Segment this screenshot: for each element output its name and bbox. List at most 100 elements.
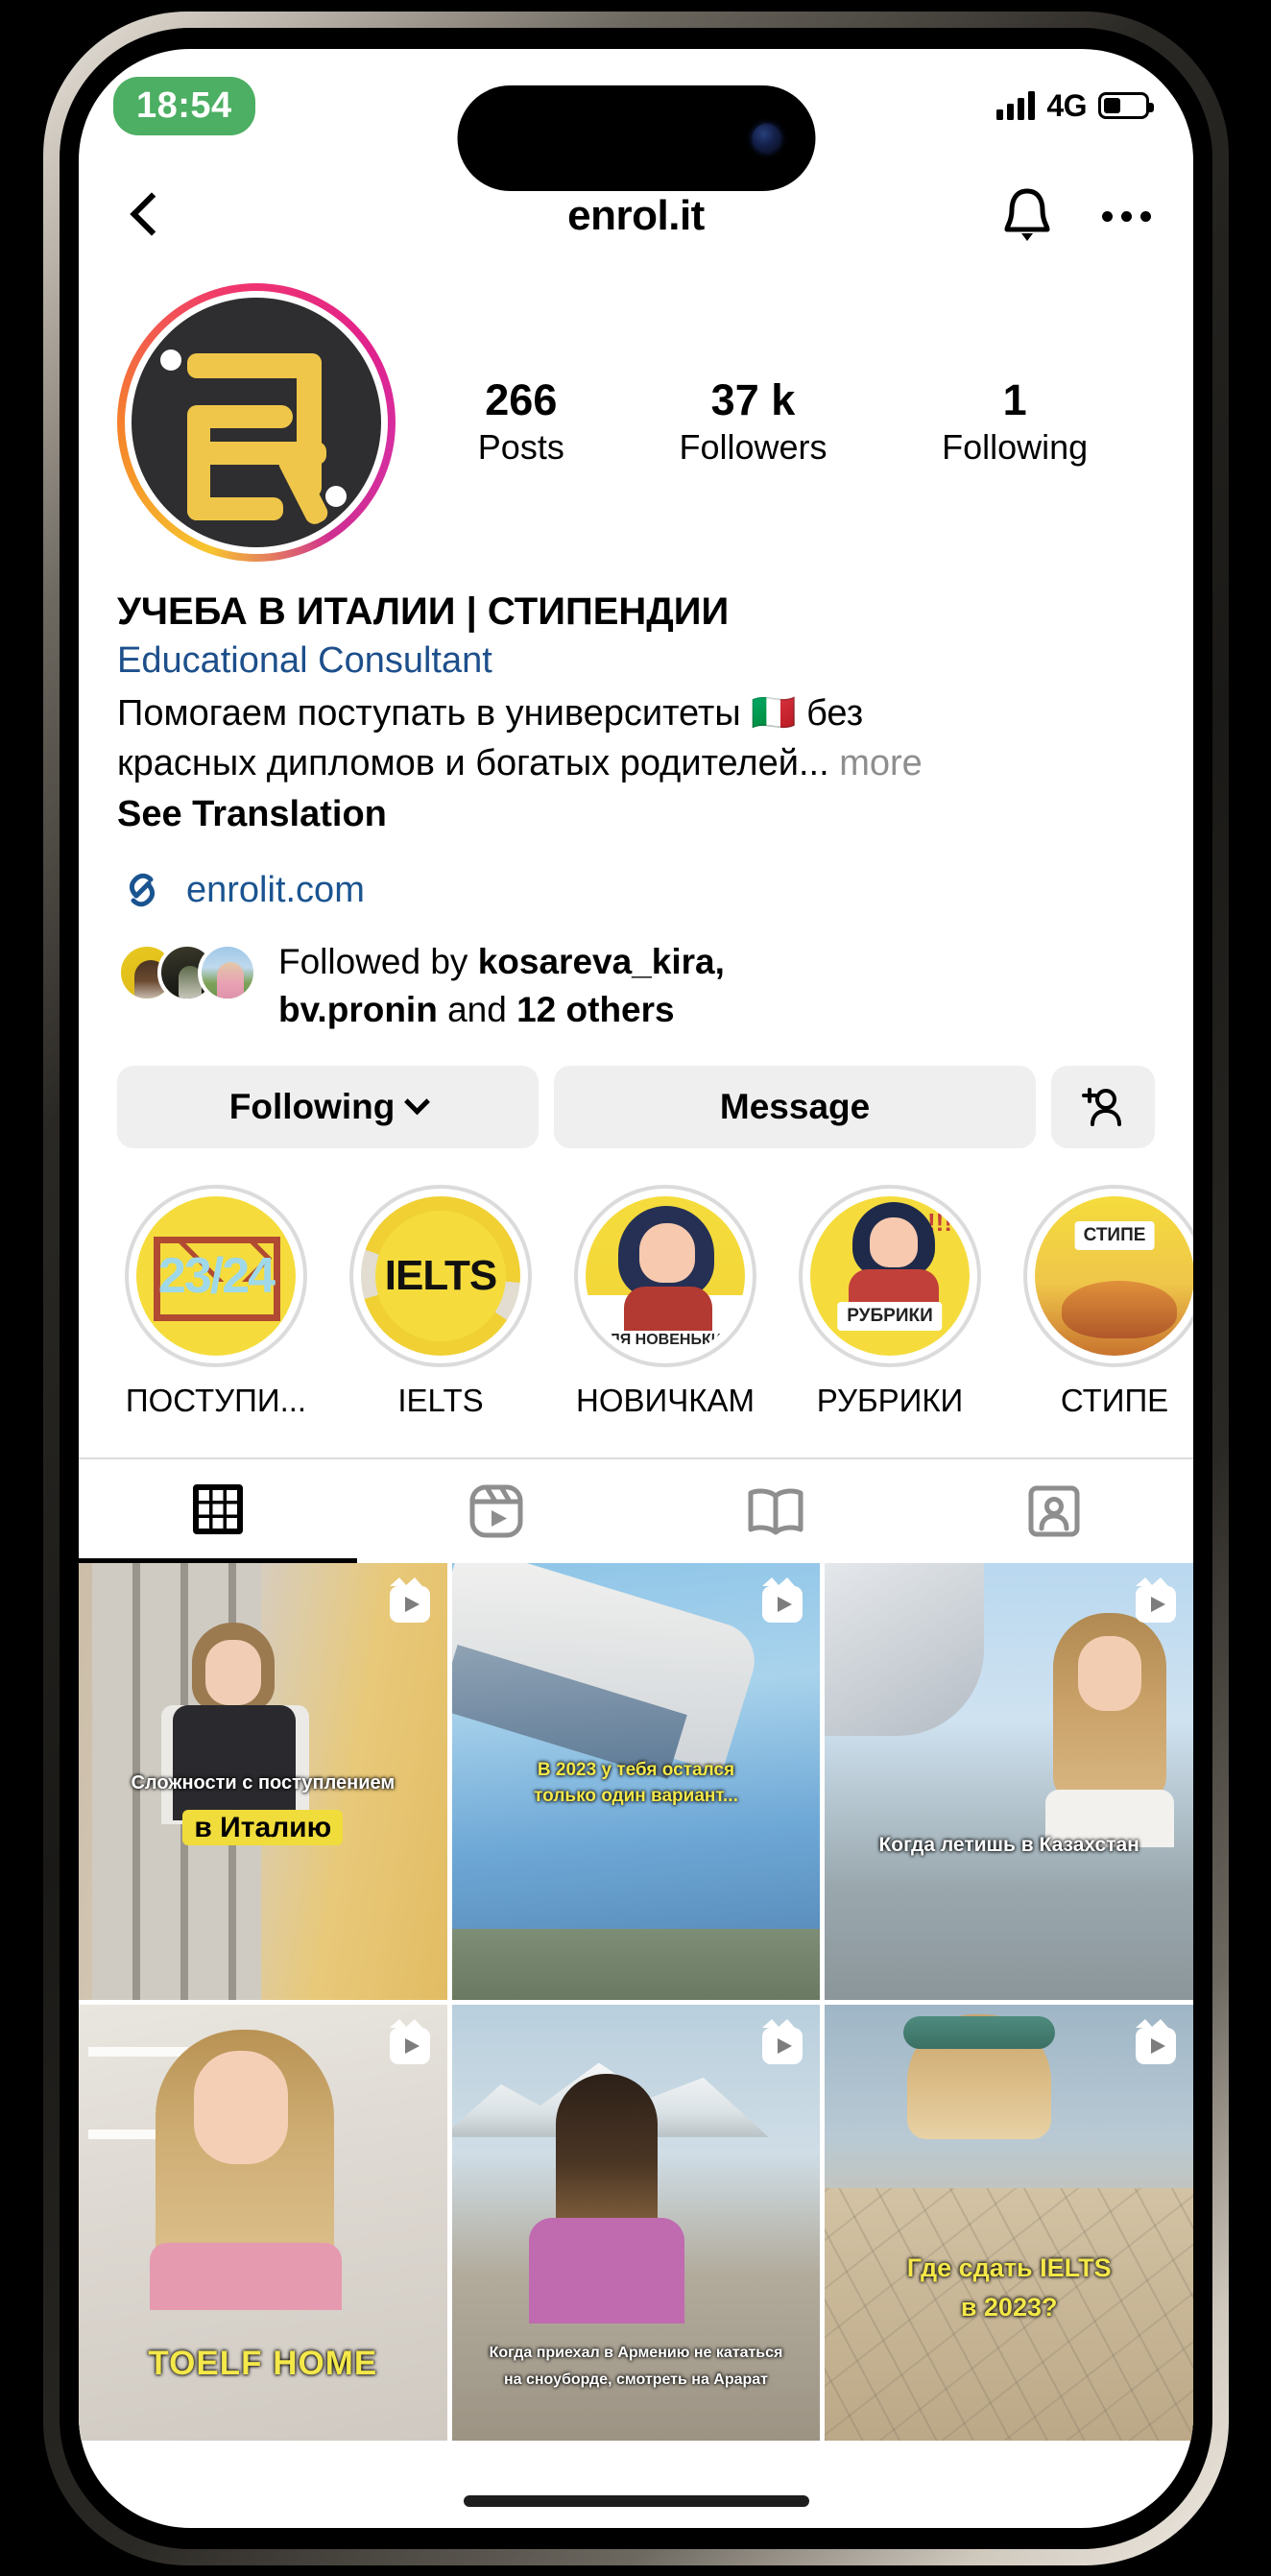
profile-bio: УЧЕБА В ИТАЛИИ | СТИПЕНДИИ Educational C… <box>79 562 1193 840</box>
see-translation-link[interactable]: See Translation <box>117 789 1155 840</box>
back-chevron-icon[interactable] <box>121 191 171 241</box>
avatar-story-ring[interactable] <box>117 283 396 562</box>
bio-more-link[interactable]: more <box>829 743 923 783</box>
reel-badge-icon <box>389 1577 430 1624</box>
highlight-cover: IELTS <box>361 1196 520 1357</box>
tab-guides[interactable] <box>636 1459 915 1563</box>
highlight-ielts[interactable]: IELTS IELTS <box>349 1185 532 1419</box>
reel-badge-icon <box>389 2018 430 2064</box>
signal-bars-icon <box>996 91 1036 120</box>
post-thumbnail[interactable]: Где сдать IELTS в 2023? <box>825 2004 1193 2442</box>
illustration-face <box>639 1223 695 1284</box>
add-person-button[interactable] <box>1051 1066 1155 1149</box>
illustration-shape <box>1062 1281 1177 1339</box>
guides-icon <box>748 1488 803 1535</box>
highlight-cover-text: РУБРИКИ <box>837 1302 943 1332</box>
highlight-label: СТИПЕ <box>1060 1383 1169 1419</box>
message-button-label: Message <box>719 1087 871 1127</box>
post-grid: Сложности с поступлением в Италию В 2023… <box>79 1563 1193 2442</box>
followed-by-prefix: Followed by <box>278 942 478 982</box>
profile-link-text[interactable]: enrolit.com <box>186 870 365 911</box>
grid-icon <box>193 1483 244 1534</box>
post-caption-line-1: Когда приехал в Армению не кататься <box>489 2345 783 2362</box>
highlight-ring: ДЛЯ НОВЕНЬКИХ <box>574 1185 756 1368</box>
highlight-cover-text: ДЛЯ НОВЕНЬКИХ <box>598 1331 732 1348</box>
illustration-face <box>870 1217 918 1268</box>
tab-reels[interactable] <box>357 1459 636 1563</box>
highlight-stipendii[interactable]: СТИПЕ СТИПЕ <box>1023 1185 1193 1419</box>
post-thumbnail[interactable]: В 2023 у тебя остался только один вариан… <box>451 1563 821 2000</box>
highlight-cover-text: IELTS <box>384 1252 497 1300</box>
highlight-label: ПОСТУПИ... <box>125 1383 307 1419</box>
profile-header: 266 Posts 37 k Followers 1 Following <box>79 270 1193 562</box>
post-thumbnail[interactable]: Сложности с поступлением в Италию <box>79 1563 447 2000</box>
followed-by-row[interactable]: Followed by kosareva_kira, bv.pronin and… <box>79 915 1193 1033</box>
profile-display-name: УЧЕБА В ИТАЛИИ | СТИПЕНДИИ <box>117 590 730 633</box>
phone-screen: 18:54 4G enrol.it 266 Posts 37 k Followe… <box>79 49 1193 2528</box>
tab-grid[interactable] <box>79 1459 358 1564</box>
highlight-ring: 23/24 <box>125 1185 307 1368</box>
tab-tagged[interactable] <box>915 1459 1193 1563</box>
phone-frame: 18:54 4G enrol.it 266 Posts 37 k Followe… <box>43 12 1229 2565</box>
post-thumbnail[interactable]: Когда летишь в Казахстан <box>825 1563 1193 2000</box>
avatar <box>132 298 381 547</box>
followed-by-others[interactable]: 12 others <box>516 990 675 1029</box>
highlight-cover: ДЛЯ НОВЕНЬКИХ <box>586 1196 745 1357</box>
stat-followers[interactable]: 37 k Followers <box>679 375 827 468</box>
post-thumbnail[interactable]: TOELF HOME <box>79 2004 447 2442</box>
reel-badge-icon <box>762 2018 803 2064</box>
message-button[interactable]: Message <box>554 1066 1036 1149</box>
highlight-cover: СТИПЕ <box>1035 1196 1193 1357</box>
front-camera-icon <box>752 124 780 153</box>
followed-by-text: Followed by kosareva_kira, bv.pronin and… <box>278 938 797 1033</box>
bell-icon[interactable] <box>1000 187 1054 245</box>
profile-tab-bar <box>79 1457 1193 1564</box>
phone-bezel: 18:54 4G enrol.it 266 Posts 37 k Followe… <box>60 28 1212 2549</box>
stat-posts-value: 266 <box>485 375 558 425</box>
chevron-down-icon <box>404 1089 431 1115</box>
stat-following[interactable]: 1 Following <box>942 375 1089 468</box>
post-thumbnail[interactable]: Когда приехал в Армению не кататься на с… <box>451 2004 821 2442</box>
bio-line-1: Помогаем поступать в университеты 🇮🇹 без <box>117 692 864 734</box>
follower-avatar <box>198 943 257 1003</box>
nav-actions <box>1000 187 1151 245</box>
battery-fill <box>1104 98 1121 113</box>
tagged-user-icon <box>1028 1485 1080 1537</box>
highlight-rubriki[interactable]: !!! РУБРИКИ РУБРИКИ <box>799 1185 981 1419</box>
highlight-postupi[interactable]: 23/24 ПОСТУПИ... <box>125 1185 307 1419</box>
profile-stats: 266 Posts 37 k Followers 1 Following <box>396 375 1155 468</box>
nav-header: enrol.it <box>79 162 1193 270</box>
post-caption-line-2: только один вариант... <box>534 1786 738 1807</box>
link-icon <box>129 873 156 907</box>
highlight-label: IELTS <box>397 1383 484 1419</box>
network-type-label: 4G <box>1046 87 1087 123</box>
stat-following-value: 1 <box>1002 375 1027 425</box>
highlight-cover: 23/24 <box>136 1196 296 1357</box>
followed-by-and: and <box>437 989 517 1029</box>
battery-icon <box>1098 92 1154 119</box>
status-bar: 18:54 4G <box>79 49 1193 191</box>
stat-posts[interactable]: 266 Posts <box>478 375 564 468</box>
post-caption-line-1: Где сдать IELTS <box>906 2252 1112 2282</box>
post-caption-line-1: TOELF HOME <box>148 2345 378 2383</box>
profile-link-row[interactable]: enrolit.com <box>79 840 1193 915</box>
post-caption-line-1: Когда летишь в Казахстан <box>878 1834 1139 1857</box>
story-highlights[interactable]: 23/24 ПОСТУПИ... IELTS IELTS ДЛЯ НОВЕНЬК… <box>79 1148 1193 1419</box>
highlight-ring: IELTS <box>349 1185 532 1368</box>
illustration-body <box>624 1287 712 1332</box>
highlight-label: НОВИЧКАМ <box>576 1383 755 1419</box>
stat-following-label: Following <box>942 426 1089 467</box>
avatar-inner-border <box>125 291 388 554</box>
more-options-icon[interactable] <box>1102 210 1151 222</box>
reels-icon <box>469 1484 523 1538</box>
reel-badge-icon <box>1135 1577 1176 1624</box>
profile-bio-text: Помогаем поступать в университеты 🇮🇹 без… <box>117 686 1155 789</box>
stat-followers-value: 37 k <box>710 375 796 425</box>
profile-category: Educational Consultant <box>117 639 492 681</box>
followed-by-avatars <box>117 938 257 1003</box>
following-button[interactable]: Following <box>117 1066 540 1149</box>
highlight-novichkam[interactable]: ДЛЯ НОВЕНЬКИХ НОВИЧКАМ <box>574 1185 756 1419</box>
home-indicator[interactable] <box>463 2495 809 2507</box>
post-caption-line-2: на сноуборде, смотреть на Арарат <box>503 2371 769 2388</box>
post-caption-line-1: Сложности с поступлением <box>131 1772 396 1794</box>
